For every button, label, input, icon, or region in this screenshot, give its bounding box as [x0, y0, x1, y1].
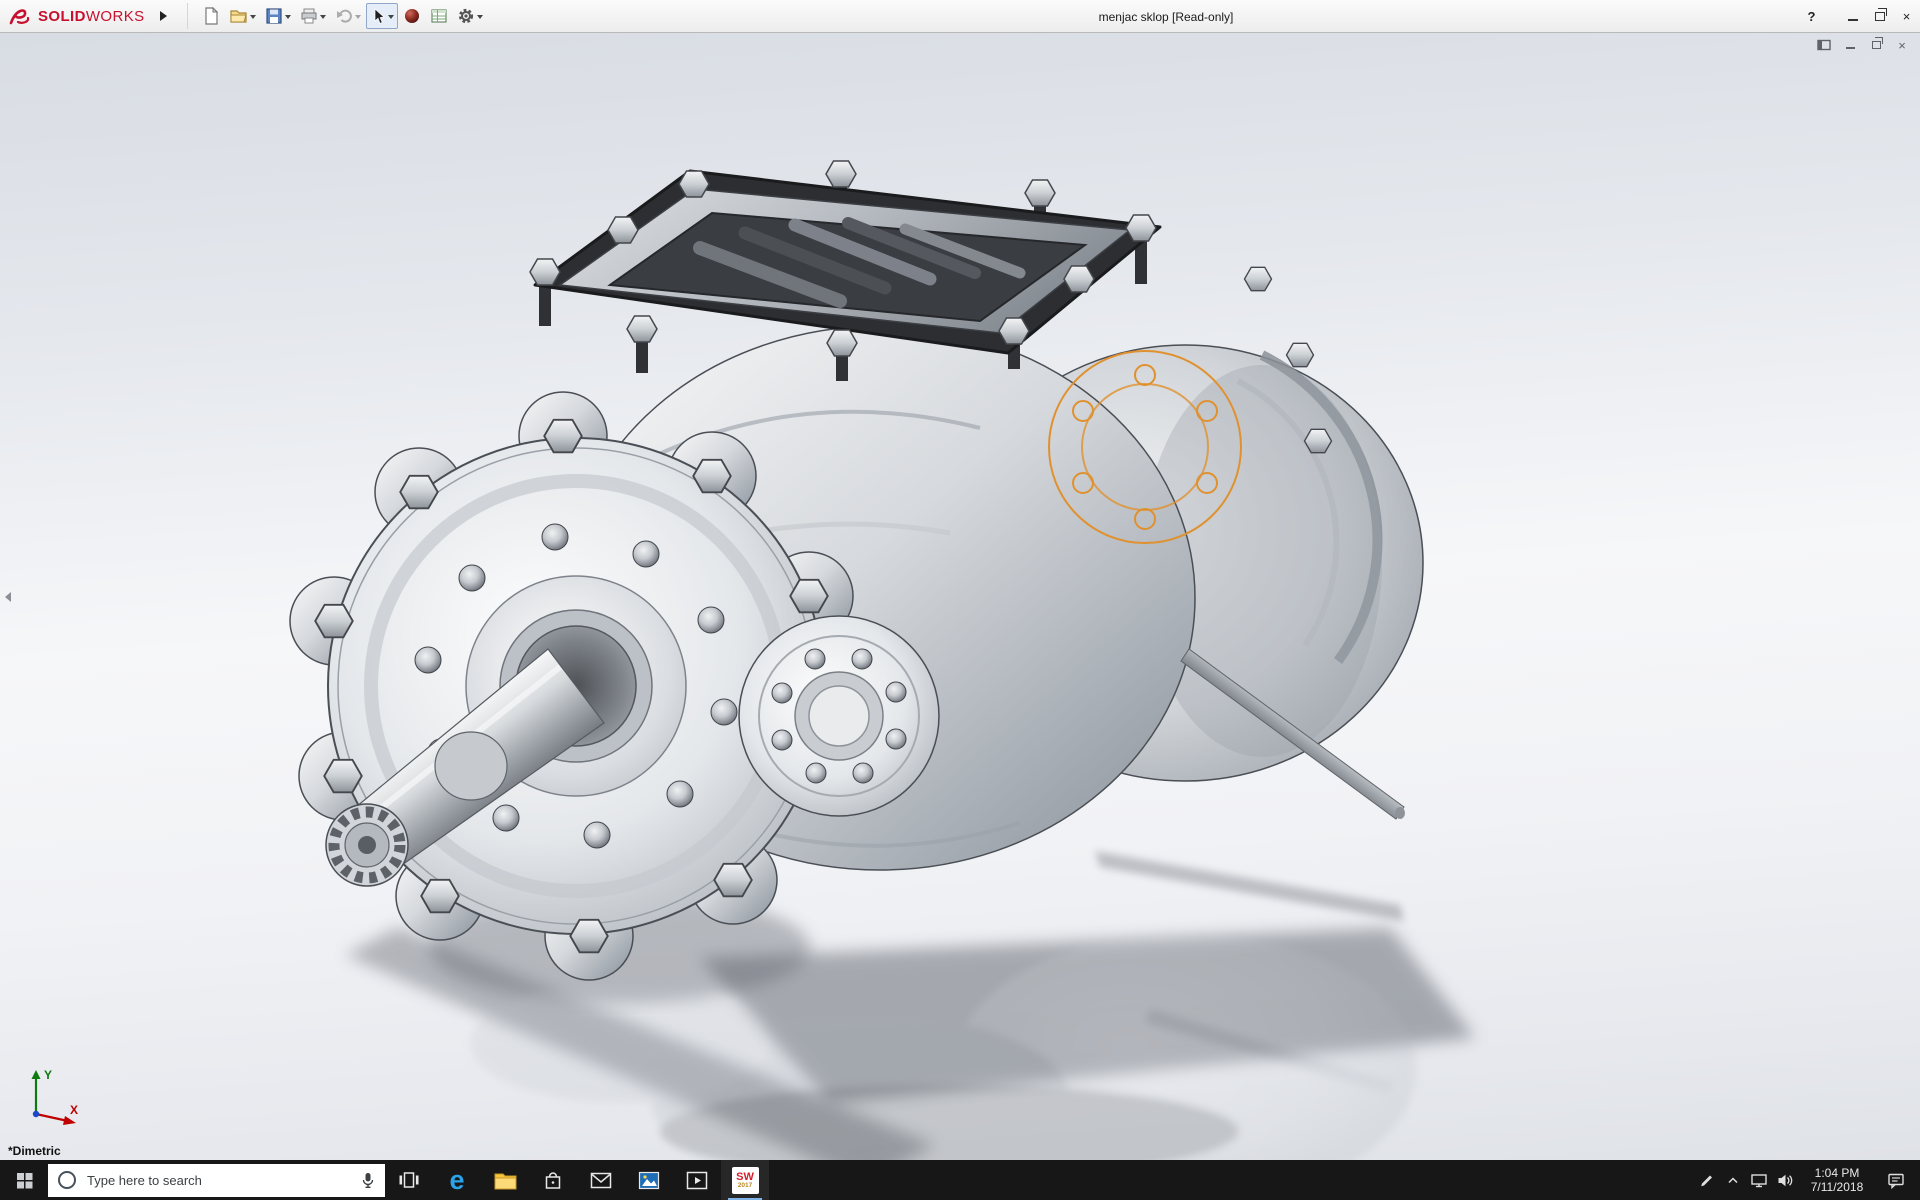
- close-button[interactable]: ×: [1893, 0, 1920, 33]
- secondary-flange[interactable]: [739, 616, 939, 816]
- action-center-button[interactable]: [1876, 1160, 1916, 1200]
- gearbox-assembly-model[interactable]: [0, 33, 1920, 1160]
- design-table-icon: [430, 7, 448, 25]
- microphone-icon[interactable]: [361, 1172, 375, 1189]
- document-window-controls: ×: [1814, 37, 1912, 53]
- select-dropdown-arrow[interactable]: [388, 15, 394, 22]
- doc-minimize-button[interactable]: [1840, 37, 1860, 53]
- design-table-button[interactable]: [426, 3, 452, 29]
- options-button[interactable]: [453, 3, 487, 29]
- y-axis-arrow: [32, 1070, 41, 1079]
- y-axis-label: Y: [44, 1068, 52, 1082]
- view-orientation-label: *Dimetric: [8, 1144, 61, 1158]
- print-icon: [300, 7, 318, 25]
- clock-time: 1:04 PM: [1798, 1166, 1876, 1180]
- search-input[interactable]: [85, 1172, 352, 1189]
- gear-icon: [457, 7, 475, 25]
- undo-button[interactable]: [331, 3, 365, 29]
- store-icon: [543, 1170, 563, 1191]
- undo-icon: [335, 7, 353, 25]
- new-document-button[interactable]: [198, 3, 224, 29]
- panel-collapse-arrow[interactable]: [0, 589, 10, 605]
- help-button[interactable]: ?: [1798, 0, 1825, 33]
- taskbar-item-photos[interactable]: [625, 1160, 673, 1200]
- x-axis-label: X: [70, 1103, 78, 1117]
- start-button[interactable]: [0, 1160, 48, 1200]
- task-view-icon: [398, 1170, 420, 1190]
- minimize-button[interactable]: [1839, 0, 1866, 33]
- appearance-sphere-button[interactable]: [399, 3, 425, 29]
- titlebar: SOLIDWORKS: [0, 0, 1920, 33]
- pen-icon: [1699, 1172, 1715, 1188]
- dock-pane-button[interactable]: [1814, 37, 1834, 53]
- mail-icon: [590, 1172, 612, 1189]
- orientation-triad: Y X: [14, 1062, 88, 1134]
- ds-logo-icon: [8, 6, 34, 26]
- window-controls: ? ×: [1798, 0, 1920, 33]
- taskbar-search[interactable]: [48, 1164, 385, 1197]
- main-toolbar: [187, 3, 487, 29]
- print-button[interactable]: [296, 3, 330, 29]
- print-dropdown-arrow[interactable]: [320, 15, 326, 22]
- taskbar-item-task-view[interactable]: [385, 1160, 433, 1200]
- z-axis-dot: [33, 1111, 39, 1117]
- open-button[interactable]: [225, 3, 260, 29]
- hidden-icons-button[interactable]: [1720, 1160, 1746, 1200]
- taskbar-item-mail[interactable]: [577, 1160, 625, 1200]
- restore-icon: [1875, 12, 1885, 21]
- new-document-icon: [202, 7, 220, 25]
- taskbar: e SW 2017: [0, 1160, 1920, 1200]
- appearance-sphere-icon: [403, 7, 421, 25]
- solidworks-logo: SOLIDWORKS: [0, 6, 145, 26]
- doc-close-button[interactable]: ×: [1892, 37, 1912, 53]
- volume-button[interactable]: [1772, 1160, 1798, 1200]
- save-button[interactable]: [261, 3, 295, 29]
- select-cursor-icon: [370, 8, 386, 25]
- menu-flyout-arrow[interactable]: [155, 4, 173, 28]
- windows-ink-button[interactable]: [1694, 1160, 1720, 1200]
- taskbar-item-store[interactable]: [529, 1160, 577, 1200]
- select-tool-button[interactable]: [366, 3, 398, 29]
- document-title: menjac sklop [Read-only]: [1099, 0, 1234, 33]
- taskbar-item-file-explorer[interactable]: [481, 1160, 529, 1200]
- system-tray: 1:04 PM 7/11/2018: [1694, 1160, 1920, 1200]
- windows-logo-icon: [16, 1172, 33, 1189]
- brand-wordmark: SOLIDWORKS: [38, 8, 145, 25]
- restore-button[interactable]: [1866, 0, 1893, 33]
- doc-minimize-icon: [1846, 41, 1855, 49]
- save-icon: [265, 7, 283, 25]
- movies-tv-icon: [686, 1171, 708, 1190]
- taskbar-item-edge[interactable]: e: [433, 1160, 481, 1200]
- cortana-icon: [58, 1171, 76, 1189]
- action-center-icon: [1887, 1172, 1905, 1189]
- network-button[interactable]: [1746, 1160, 1772, 1200]
- doc-restore-button[interactable]: [1866, 37, 1886, 53]
- top-cover[interactable]: [530, 161, 1160, 381]
- photos-icon: [638, 1171, 660, 1190]
- open-folder-icon: [229, 7, 248, 25]
- graphics-viewport[interactable]: × Y X *Dimetric: [0, 33, 1920, 1160]
- chevron-up-icon: [1726, 1174, 1740, 1186]
- clock-date: 7/11/2018: [1798, 1180, 1876, 1194]
- taskbar-item-movies-tv[interactable]: [673, 1160, 721, 1200]
- doc-restore-icon: [1872, 41, 1881, 49]
- speaker-icon: [1777, 1173, 1794, 1188]
- open-dropdown-arrow[interactable]: [250, 15, 256, 22]
- solidworks-app-icon: SW 2017: [732, 1167, 759, 1194]
- undo-dropdown-arrow[interactable]: [355, 15, 361, 22]
- minimize-icon: [1848, 12, 1858, 21]
- options-dropdown-arrow[interactable]: [477, 15, 483, 22]
- dock-pane-icon: [1817, 39, 1831, 51]
- save-dropdown-arrow[interactable]: [285, 15, 291, 22]
- file-explorer-icon: [493, 1170, 518, 1191]
- tray-clock[interactable]: 1:04 PM 7/11/2018: [1798, 1166, 1876, 1194]
- edge-icon: e: [449, 1167, 464, 1194]
- x-axis-arrow: [63, 1116, 76, 1125]
- taskbar-item-solidworks[interactable]: SW 2017: [721, 1160, 769, 1200]
- network-icon: [1750, 1173, 1768, 1188]
